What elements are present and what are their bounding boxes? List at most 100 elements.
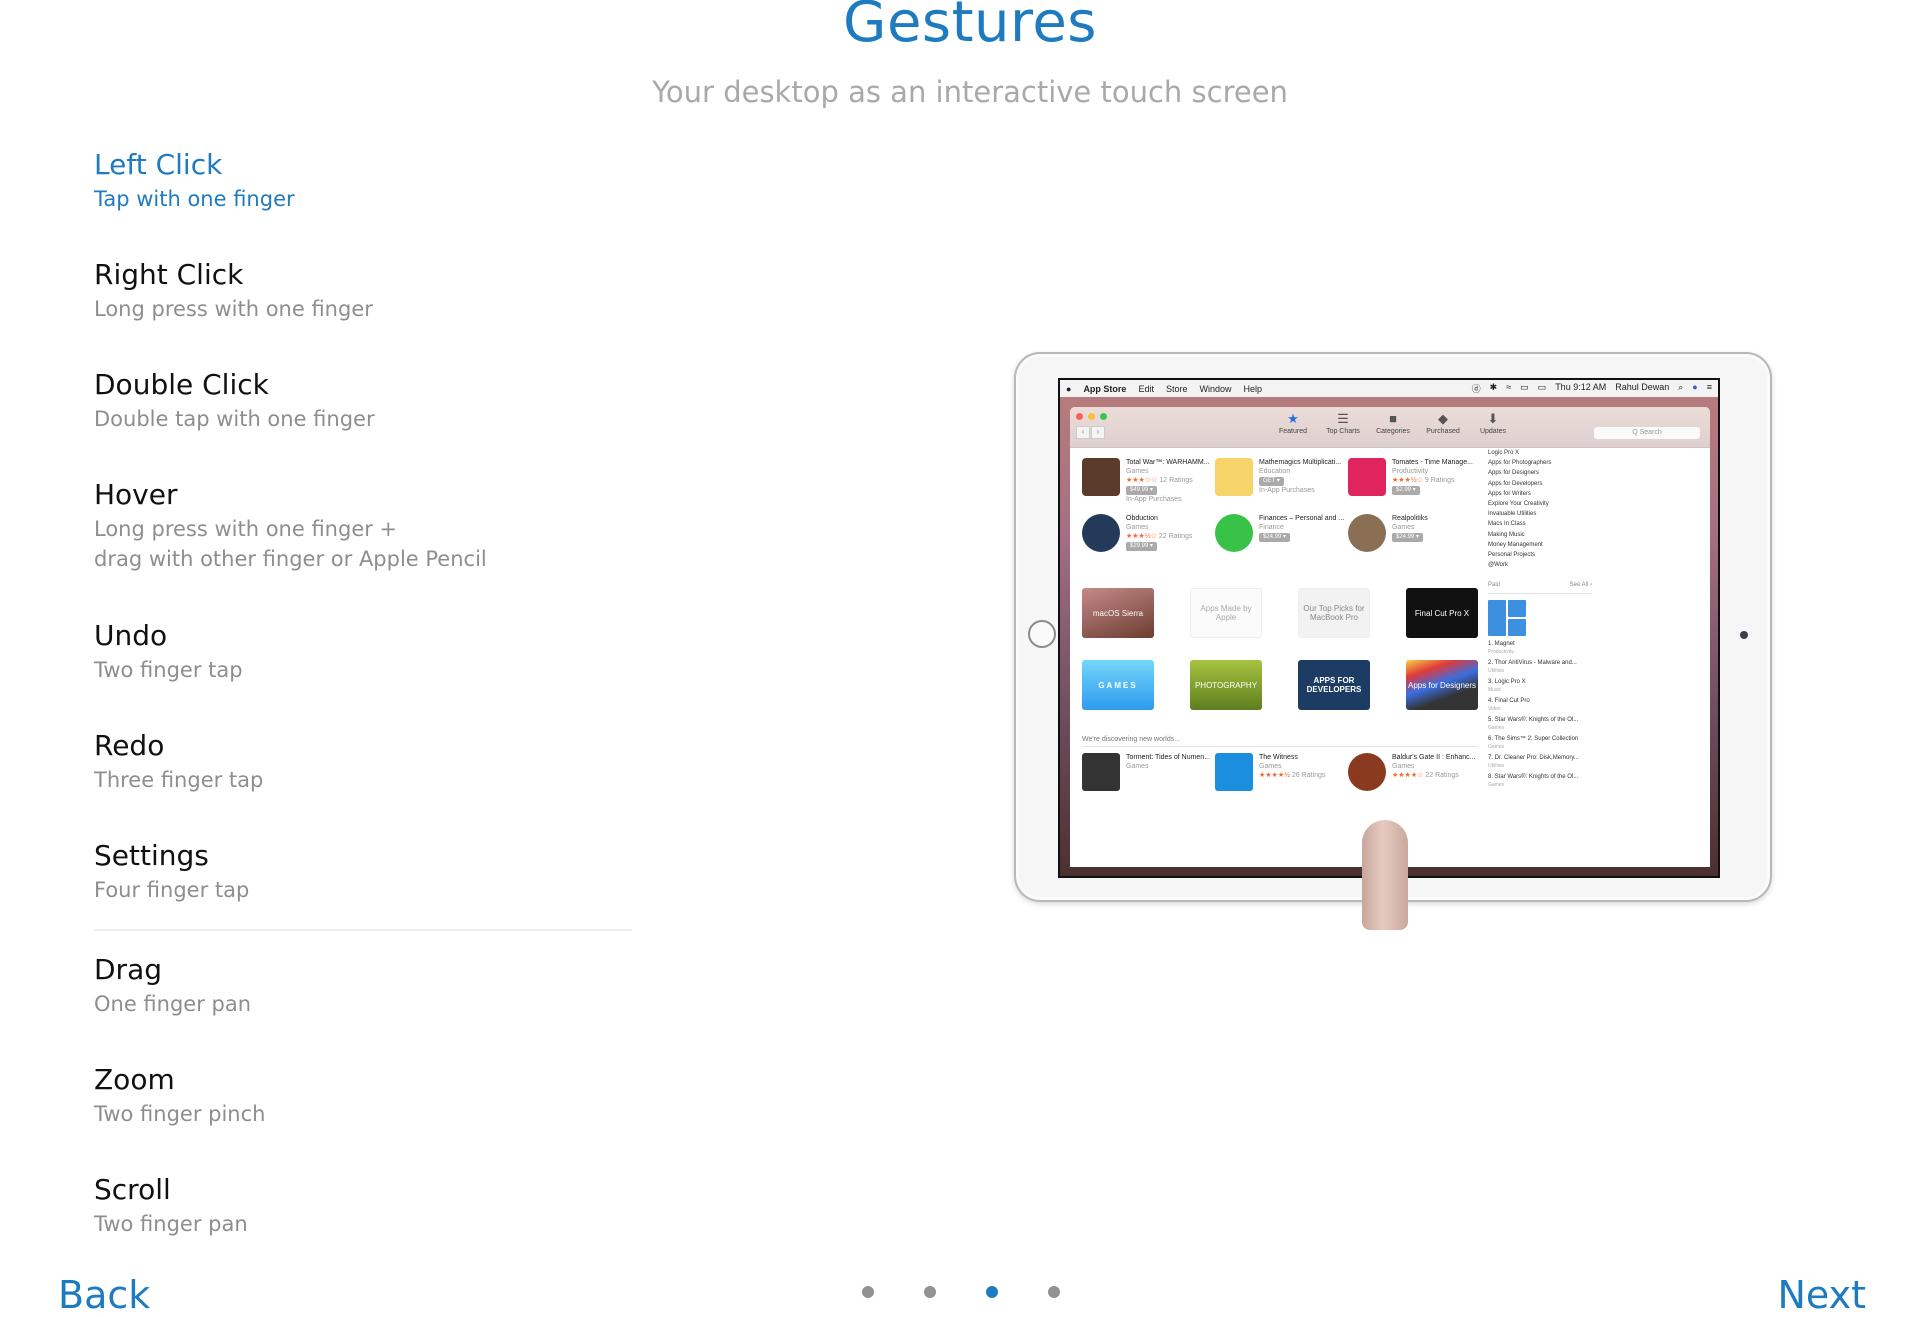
- minimize-dot-icon: [1088, 413, 1095, 420]
- gesture-list: Left Click Tap with one finger Right Cli…: [94, 148, 634, 1283]
- tag-icon: ◆: [1438, 411, 1448, 426]
- app-rating-count: 22 Ratings: [1425, 772, 1459, 779]
- app-note: In-App Purchases: [1259, 487, 1315, 494]
- app-store-window: ‹ › ★ Featured ☰ Top Charts ■ Categories ◆ P…: [1070, 407, 1710, 867]
- app-name: Total War™: WARHAMM...: [1126, 459, 1210, 466]
- top-paid-item: 5. Star Wars®: Knights of the Ol... Game…: [1488, 716, 1592, 735]
- app-listing: Mathemagics Multiplicati... Education GET…: [1215, 458, 1345, 514]
- sidebar-link: Money Management: [1488, 541, 1543, 548]
- sidebar-link: Logic Pro X: [1488, 450, 1520, 456]
- page-dot-active[interactable]: [986, 1286, 998, 1298]
- app-note: In-App Purchases: [1126, 496, 1182, 503]
- ipad-illustration: ● App Store Edit Store Window Help ⓓ ✱ ≈…: [1014, 352, 1772, 902]
- app-listing: Tomates - Time Manage... Productivity ★★★½…: [1348, 458, 1478, 514]
- back-arrow-icon: ‹: [1076, 426, 1090, 439]
- status-icon: ⓓ: [1471, 384, 1481, 394]
- gesture-title: Double Click: [94, 368, 269, 401]
- app-category: Games: [1392, 524, 1415, 531]
- toolbar-top-charts: ☰ Top Charts: [1325, 411, 1361, 436]
- app-store-search: Q Search: [1594, 427, 1700, 439]
- top-paid-item: 7. Dr. Cleaner Pro: Disk,Memory... Utili…: [1488, 754, 1592, 773]
- battery-icon: ▭: [1520, 382, 1529, 392]
- page-dot[interactable]: [1048, 1286, 1060, 1298]
- sidebar-link: Apps for Photographers: [1488, 460, 1552, 467]
- gesture-double-click[interactable]: Double Click Double tap with one finger: [94, 368, 634, 478]
- see-all-link: See All ›: [1569, 582, 1592, 589]
- toolbar-purchased: ◆ Purchased: [1425, 411, 1461, 436]
- sidebar-link: Apps for Designers: [1488, 470, 1540, 477]
- gesture-zoom[interactable]: Zoom Two finger pinch: [94, 1063, 634, 1173]
- category-banner: PHOTOGRAPHY: [1190, 660, 1262, 710]
- apple-logo-icon: ●: [1066, 383, 1072, 394]
- download-icon: ⬇: [1487, 411, 1499, 426]
- toolbar-label: Top Charts: [1326, 428, 1360, 435]
- page-dot[interactable]: [924, 1286, 936, 1298]
- app-rating-count: 12 Ratings: [1159, 477, 1193, 484]
- page-dot[interactable]: [862, 1286, 874, 1298]
- app-rating-stars: ★★★★½: [1259, 772, 1290, 779]
- app-price: $24.99 ▾: [1259, 533, 1291, 542]
- gesture-description: Two finger pinch: [94, 1102, 266, 1126]
- app-store-content: Total War™: WARHAMM... Games ★★★☆☆ 12 Rati…: [1070, 448, 1710, 867]
- gesture-title: Scroll: [94, 1173, 171, 1206]
- sidebar-link: Making Music: [1488, 531, 1525, 538]
- app-icon: [1215, 753, 1253, 791]
- app-category: Education: [1259, 468, 1291, 475]
- gesture-redo[interactable]: Redo Three finger tap: [94, 729, 634, 839]
- gesture-settings[interactable]: Settings Four finger tap: [94, 839, 634, 929]
- toolbar-label: Updates: [1479, 428, 1507, 435]
- app-rating-stars: ★★★½☆: [1392, 477, 1423, 484]
- gesture-description: One finger pan: [94, 992, 252, 1016]
- app-category: Games: [1126, 524, 1149, 531]
- app-icon: [1348, 753, 1386, 791]
- back-button[interactable]: Back: [58, 1273, 150, 1317]
- category-banner: Apps for Designers: [1406, 660, 1478, 710]
- app-price: $49.99 ▾: [1126, 486, 1158, 495]
- top-paid-item: 8. Star Wars®: Knights of the Ol... Game…: [1488, 773, 1592, 792]
- app-name: Mathemagics Multiplicati...: [1259, 459, 1342, 466]
- category-banner: macOS Sierra: [1082, 588, 1154, 638]
- gesture-description: Long press with one finger: [94, 297, 373, 321]
- app-icon: [1348, 514, 1386, 552]
- top-paid-item: 4. Final Cut Pro Video: [1488, 697, 1592, 716]
- paid-header: Paid See All ›: [1488, 580, 1592, 594]
- toolbar-categories: ■ Categories: [1375, 412, 1411, 436]
- toolbar-label: Purchased: [1426, 428, 1460, 435]
- app-icon: [1348, 458, 1386, 496]
- camera-icon: [1740, 631, 1748, 639]
- magnet-app-icon: [1488, 599, 1592, 636]
- close-dot-icon: [1076, 413, 1083, 420]
- gesture-left-click[interactable]: Left Click Tap with one finger: [94, 148, 634, 258]
- gesture-title: Right Click: [94, 258, 244, 291]
- gesture-right-click[interactable]: Right Click Long press with one finger: [94, 258, 634, 368]
- toolbar-updates: ⬇ Updates: [1475, 411, 1511, 436]
- app-category: Finance: [1259, 524, 1284, 531]
- app-name: The Witness: [1259, 754, 1298, 761]
- gesture-description: Double tap with one finger: [94, 407, 375, 431]
- airplay-icon: ▭: [1537, 382, 1547, 392]
- toolbar-featured: ★ Featured: [1275, 412, 1311, 436]
- gesture-drag[interactable]: Drag One finger pan: [94, 953, 634, 1063]
- app-rating-stars: ★★★★☆: [1392, 772, 1424, 779]
- top-paid-category: Games: [1488, 743, 1505, 750]
- gesture-scroll[interactable]: Scroll Two finger pan: [94, 1173, 634, 1283]
- app-icon: [1215, 514, 1253, 552]
- app-price: $2.99 ▾: [1392, 486, 1420, 495]
- home-button-icon: [1028, 620, 1056, 648]
- app-price: $24.99 ▾: [1392, 533, 1424, 542]
- toolbar-label: Categories: [1376, 428, 1410, 435]
- app-rating-stars: ★★★☆☆: [1126, 477, 1158, 484]
- menubar-clock: Thu 9:12 AM: [1555, 382, 1607, 392]
- sidebar-links: Logic Pro X Apps for Photographers Apps fo…: [1488, 448, 1592, 570]
- category-banner: Our Top Picks for MacBook Pro: [1298, 588, 1370, 638]
- app-icon: [1082, 514, 1120, 552]
- category-banner: Apps Made by Apple: [1190, 588, 1262, 638]
- top-paid-category: Games: [1488, 781, 1505, 788]
- next-button[interactable]: Next: [1777, 1273, 1866, 1317]
- gesture-hover[interactable]: Hover Long press with one finger + drag …: [94, 478, 634, 619]
- list-icon: ☰: [1337, 411, 1349, 426]
- store-sidebar: Logic Pro X Apps for Photographers Apps fo…: [1488, 448, 1592, 867]
- gesture-undo[interactable]: Undo Two finger tap: [94, 619, 634, 729]
- gesture-title: Drag: [94, 953, 163, 986]
- siri-icon: ●: [1692, 382, 1698, 392]
